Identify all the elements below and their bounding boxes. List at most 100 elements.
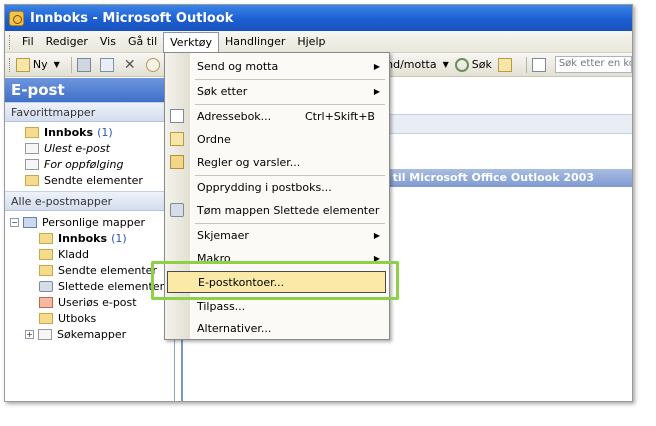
menu-options[interactable]: Alternativer... <box>165 317 389 339</box>
menu-vis[interactable]: Vis <box>94 33 122 50</box>
folder-sent[interactable]: Sendte elementer <box>5 262 174 278</box>
printer-icon <box>76 57 91 72</box>
menu-empty-deleted[interactable]: Tøm mappen Slettede elementer <box>165 199 389 221</box>
chevron-down-icon[interactable]: ▼ <box>443 60 449 69</box>
menu-hjelp[interactable]: Hjelp <box>291 33 331 50</box>
sent-folder-icon <box>25 174 39 186</box>
search-folder-icon <box>38 328 52 340</box>
reply-icon <box>145 57 160 72</box>
inbox-folder-icon <box>25 126 39 138</box>
favorites-list: Innboks (1) Ulest e-post For oppfølging … <box>5 122 174 191</box>
menu-organize-label: Ordne <box>197 132 231 146</box>
drafts-folder-icon <box>39 248 53 260</box>
fav-sent-label: Sendte elementer <box>44 173 143 187</box>
menu-bar: Fil Rediger Vis Gå til Verktøy Handlinge… <box>5 31 632 53</box>
trash-icon <box>170 203 184 217</box>
menu-send-and-receive-label: Send og motta <box>197 59 279 73</box>
fav-followup-label: For oppfølging <box>44 157 124 171</box>
menu-mailbox-cleanup[interactable]: Opprydding i postboks... <box>165 176 389 198</box>
menu-address-book-shortcut: Ctrl+Skift+B <box>305 109 375 123</box>
folder-outbox[interactable]: Utboks <box>5 310 174 326</box>
outbox-folder-icon <box>39 312 53 324</box>
move-to-folder-icon <box>99 57 114 72</box>
all-folders-header[interactable]: Alle e-postmapper <box>5 191 174 211</box>
highlight-box <box>151 261 399 300</box>
search-contact-input[interactable]: Søk etter en ko <box>554 56 632 73</box>
menu-options-label: Alternativer... <box>197 321 272 335</box>
menu-handlinger[interactable]: Handlinger <box>219 33 291 50</box>
menu-address-book-label: Adressebok... <box>197 109 272 123</box>
menu-forms[interactable]: Skjemaer ▶ <box>165 224 389 246</box>
trash-icon <box>39 280 53 292</box>
inbox-folder-icon <box>39 232 53 244</box>
delete-icon: ✕ <box>123 56 136 73</box>
all-folders-tree: − Personlige mapper Innboks (1) Kladd Se… <box>5 211 174 342</box>
folder-deleted-label: Slettede elementer <box>58 279 165 293</box>
toolbar-separator <box>525 56 527 73</box>
menu-find[interactable]: Søk etter ▶ <box>165 80 389 102</box>
welcome-text: n til Microsoft Office Outlook 2003 <box>381 171 595 184</box>
menu-organize[interactable]: Ordne <box>165 128 389 150</box>
folder-junk[interactable]: Useriøs e-post <box>5 294 174 310</box>
title-bar: Innboks - Microsoft Outlook <box>5 5 632 31</box>
expand-icon[interactable]: + <box>25 329 34 339</box>
find-label: Søk <box>471 58 492 71</box>
fav-unread[interactable]: Ulest e-post <box>5 140 174 156</box>
fav-sent[interactable]: Sendte elementer <box>5 172 174 188</box>
address-book-icon <box>170 109 184 123</box>
organize-button[interactable] <box>497 57 515 72</box>
print-button[interactable] <box>76 57 94 72</box>
folder-inbox-count: (1) <box>111 231 127 245</box>
menu-forms-label: Skjemaer <box>197 228 249 242</box>
sent-folder-icon <box>39 264 53 276</box>
fav-inbox[interactable]: Innboks (1) <box>5 124 174 140</box>
move-button[interactable] <box>99 57 117 72</box>
new-button[interactable]: Ny ▼ <box>15 57 60 72</box>
menu-find-label: Søk etter <box>197 84 248 98</box>
personal-folders-label: Personlige mapper <box>42 215 146 229</box>
favorites-header[interactable]: Favorittmapper <box>5 102 174 122</box>
organize-icon <box>497 57 512 72</box>
fav-followup[interactable]: For oppfølging <box>5 156 174 172</box>
new-mail-icon <box>15 57 30 72</box>
menu-verktoy[interactable]: Verktøy <box>163 31 220 53</box>
menubar-grip[interactable] <box>9 34 12 49</box>
chevron-down-icon[interactable]: ▼ <box>54 60 60 69</box>
navigation-pane: E-post Favorittmapper Innboks (1) Ulest … <box>5 78 175 401</box>
address-book-icon <box>531 57 546 72</box>
personal-folders-icon <box>23 216 37 228</box>
find-button[interactable]: Søk <box>454 57 492 72</box>
search-folder-icon <box>25 142 39 154</box>
submenu-arrow-icon: ▶ <box>373 230 380 240</box>
folder-sent-label: Sendte elementer <box>58 263 157 277</box>
new-button-label: Ny <box>32 58 48 71</box>
organize-icon <box>170 132 184 146</box>
folder-inbox-label: Innboks <box>58 231 108 245</box>
toolbar-grip[interactable] <box>9 57 12 72</box>
menu-customize-label: Tilpass... <box>197 299 246 313</box>
nav-pane-title: E-post <box>5 78 174 102</box>
menu-rules-alerts-label: Regler og varsler... <box>197 155 301 169</box>
reply-button[interactable] <box>145 57 163 72</box>
submenu-arrow-icon: ▶ <box>373 86 380 96</box>
folder-search-label: Søkemapper <box>57 327 127 341</box>
menu-ga-til[interactable]: Gå til <box>122 33 163 50</box>
menu-rediger[interactable]: Rediger <box>40 33 94 50</box>
folder-deleted[interactable]: Slettede elementer <box>5 278 174 294</box>
toolbar-separator <box>70 56 72 73</box>
delete-button[interactable]: ✕ <box>123 58 140 72</box>
folder-outbox-label: Utboks <box>58 311 97 325</box>
folder-drafts[interactable]: Kladd <box>5 246 174 262</box>
menu-fil[interactable]: Fil <box>16 33 40 50</box>
fav-inbox-label: Innboks <box>44 125 94 139</box>
menu-address-book[interactable]: Adressebok... Ctrl+Skift+B <box>165 105 389 127</box>
collapse-icon[interactable]: − <box>10 217 19 227</box>
personal-folders-root[interactable]: − Personlige mapper <box>5 214 174 230</box>
junk-mail-icon <box>39 296 53 308</box>
search-folder-icon <box>25 158 39 170</box>
menu-rules-alerts[interactable]: Regler og varsler... <box>165 151 389 173</box>
folder-search[interactable]: + Søkemapper <box>5 326 174 342</box>
address-book-button[interactable] <box>531 57 549 72</box>
menu-send-and-receive[interactable]: Send og motta ▶ <box>165 55 389 77</box>
folder-inbox[interactable]: Innboks (1) <box>5 230 174 246</box>
